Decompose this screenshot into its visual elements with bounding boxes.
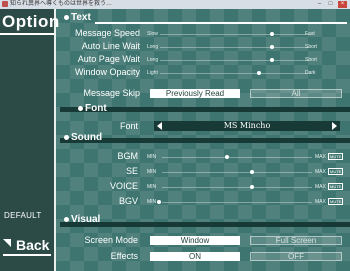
title-underline xyxy=(0,33,54,35)
bgm-mute-button[interactable]: MUTE xyxy=(328,153,344,160)
skip-all-button[interactable]: All xyxy=(250,89,342,98)
bgv-label: BGV xyxy=(118,196,138,206)
window-opacity-knob[interactable] xyxy=(257,71,261,75)
font-selector[interactable]: MS Mincho xyxy=(154,121,340,131)
voice-min: MIN xyxy=(147,184,157,190)
bgv-max: MAX xyxy=(315,199,326,205)
voice-mute-button[interactable]: MUTE xyxy=(328,183,344,190)
app-icon xyxy=(2,1,8,7)
font-value: MS Mincho xyxy=(223,121,271,130)
voice-knob[interactable] xyxy=(250,185,254,189)
auto-line-wait-label: Auto Line Wait xyxy=(81,41,140,51)
section-heading-font: Font xyxy=(78,103,107,114)
skip-previously-read-button[interactable]: Previously Read xyxy=(150,89,240,98)
default-button[interactable]: DEFAULT xyxy=(4,211,42,220)
window-title: 知られ異界へ導くものは世界を救う… xyxy=(10,1,113,7)
section-bar xyxy=(60,138,350,143)
se-knob[interactable] xyxy=(250,170,254,174)
auto-line-wait-min: Long xyxy=(147,44,159,50)
bgm-slider[interactable] xyxy=(162,157,312,158)
se-slider[interactable] xyxy=(162,172,312,173)
effects-off-button[interactable]: OFF xyxy=(250,252,342,261)
message-skip-label: Message Skip xyxy=(83,88,140,98)
auto-page-wait-slider[interactable] xyxy=(160,60,310,61)
auto-line-wait-slider[interactable] xyxy=(160,47,310,48)
bgm-min: MIN xyxy=(147,154,157,160)
message-speed-max: Fast xyxy=(305,31,315,37)
section-heading-text: Text xyxy=(64,12,91,23)
font-label: Font xyxy=(119,121,138,131)
voice-max: MAX xyxy=(315,184,326,190)
page-title: Option xyxy=(2,12,60,31)
back-arrow-icon xyxy=(3,239,11,247)
bgm-label: BGM xyxy=(117,151,138,161)
back-button[interactable]: Back xyxy=(16,237,49,253)
se-max: MAX xyxy=(315,169,326,175)
bgv-mute-button[interactable]: MUTE xyxy=(328,198,344,205)
screen-window-button[interactable]: Window xyxy=(150,236,240,245)
auto-line-wait-max: Short xyxy=(305,44,317,50)
bgm-knob[interactable] xyxy=(225,155,229,159)
section-divider xyxy=(95,22,347,24)
auto-page-wait-max: Short xyxy=(305,57,317,63)
bgm-max: MAX xyxy=(315,154,326,160)
auto-page-wait-knob[interactable] xyxy=(270,58,274,62)
message-speed-knob[interactable] xyxy=(270,32,274,36)
effects-on-button[interactable]: ON xyxy=(150,252,240,261)
window-opacity-min: Light xyxy=(147,70,158,76)
maximize-button[interactable]: □ xyxy=(326,1,335,8)
voice-label: VOICE xyxy=(109,181,138,191)
effects-label: Effects xyxy=(110,251,138,261)
section-heading-sound: Sound xyxy=(64,132,102,143)
se-label: SE xyxy=(125,166,138,176)
section-bar xyxy=(60,222,350,227)
back-underline xyxy=(3,254,51,256)
window-opacity-label: Window Opacity xyxy=(74,67,140,77)
se-mute-button[interactable]: MUTE xyxy=(328,168,344,175)
section-heading-visual: Visual xyxy=(64,214,100,225)
message-speed-label: Message Speed xyxy=(74,28,140,38)
bgv-min: MIN xyxy=(147,199,157,205)
minimize-button[interactable]: – xyxy=(315,1,324,8)
screen-fullscreen-button[interactable]: Full Screen xyxy=(250,236,342,245)
window-opacity-max: Dark xyxy=(305,70,316,76)
auto-line-wait-knob[interactable] xyxy=(270,45,274,49)
message-speed-min: Slow xyxy=(147,31,158,37)
bgv-slider[interactable] xyxy=(162,202,312,203)
voice-slider[interactable] xyxy=(162,187,312,188)
message-speed-slider[interactable] xyxy=(160,34,310,35)
screen-mode-label: Screen Mode xyxy=(84,235,138,245)
sidebar: Option DEFAULT Back xyxy=(0,9,59,271)
close-button[interactable]: × xyxy=(338,1,347,8)
window-opacity-slider[interactable] xyxy=(160,73,310,74)
auto-page-wait-label: Auto Page Wait xyxy=(77,54,140,64)
bgv-knob[interactable] xyxy=(157,200,161,204)
se-min: MIN xyxy=(147,169,157,175)
font-next-icon[interactable] xyxy=(332,122,337,130)
auto-page-wait-min: Long xyxy=(147,57,159,63)
